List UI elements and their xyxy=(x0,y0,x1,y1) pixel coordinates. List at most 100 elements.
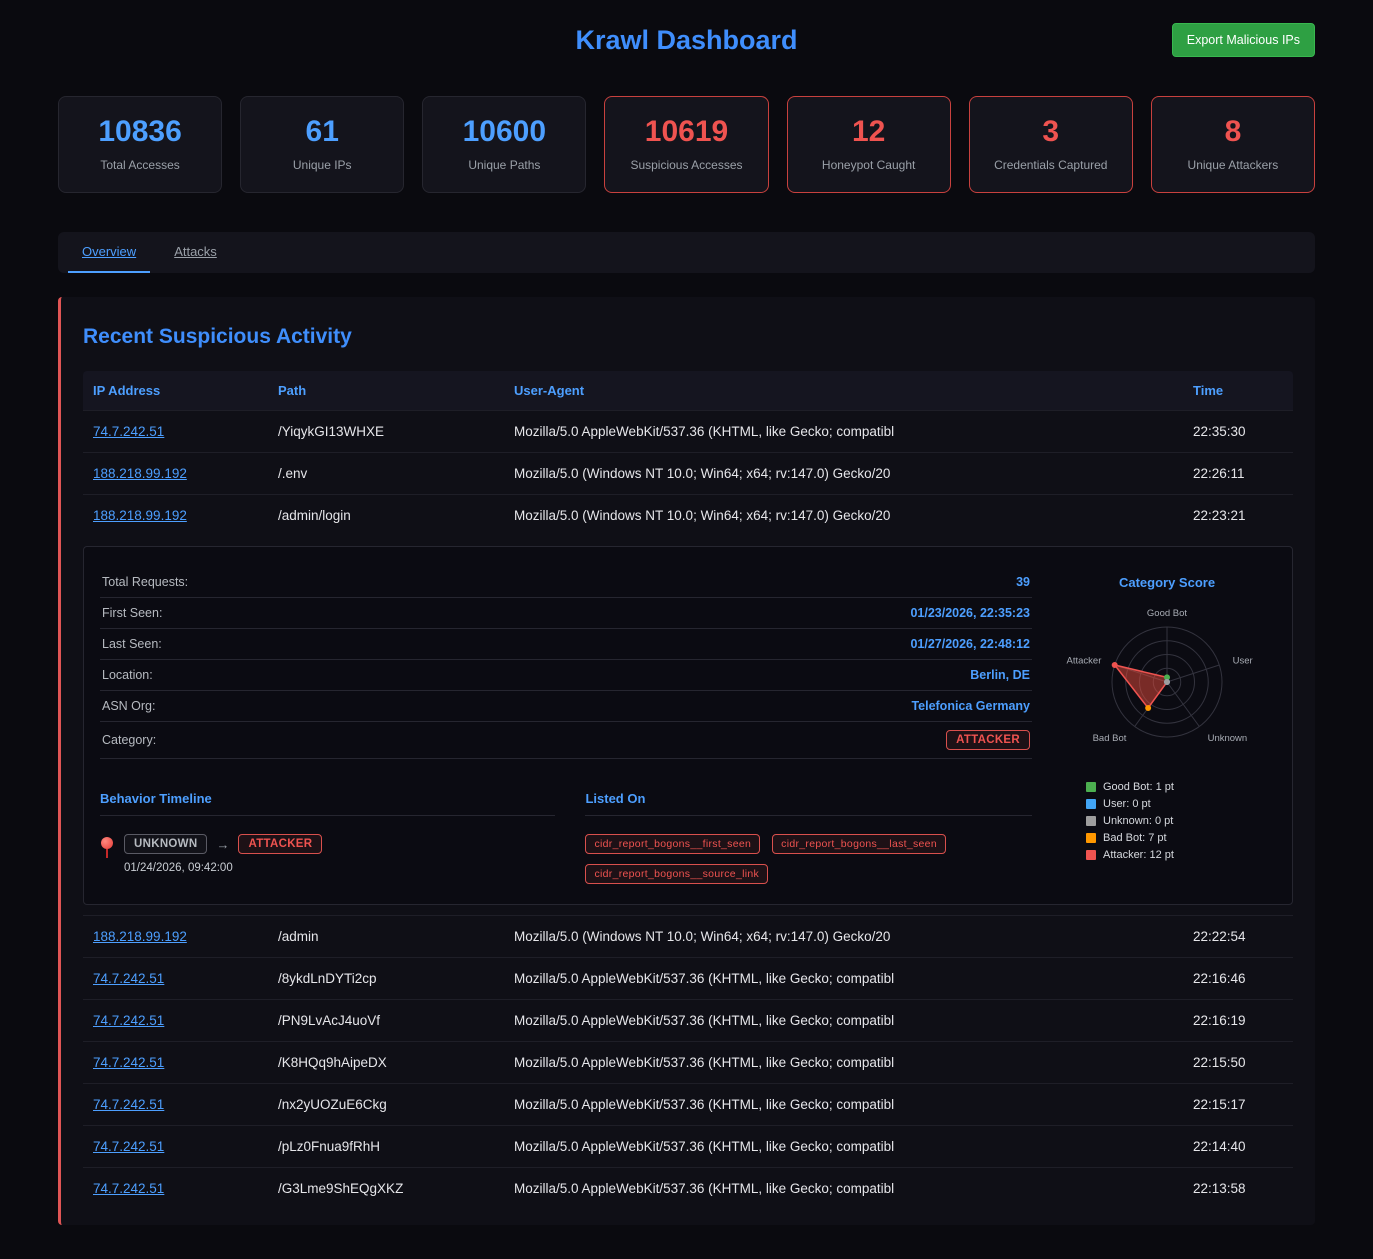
legend-item: Attacker: 12 pt xyxy=(1086,849,1276,861)
time-cell: 22:22:54 xyxy=(1183,916,1293,957)
field-value: Telefonica Germany xyxy=(911,699,1030,713)
time-cell: 22:15:50 xyxy=(1183,1042,1293,1083)
user-agent-cell: Mozilla/5.0 (Windows NT 10.0; Win64; x64… xyxy=(504,916,1183,957)
svg-text:Good Bot: Good Bot xyxy=(1147,608,1187,619)
svg-text:Attacker: Attacker xyxy=(1067,656,1102,667)
field-value: 01/27/2026, 22:48:12 xyxy=(910,637,1030,651)
stat-label: Unique IPs xyxy=(247,158,397,172)
path-cell: /G3Lme9ShEQgXKZ xyxy=(268,1168,504,1209)
user-agent-cell: Mozilla/5.0 (Windows NT 10.0; Win64; x64… xyxy=(504,453,1183,494)
time-cell: 22:26:11 xyxy=(1183,453,1293,494)
ip-cell: 74.7.242.51 xyxy=(83,1126,268,1167)
path-cell: /admin xyxy=(268,916,504,957)
field-label: ASN Org: xyxy=(102,699,156,713)
ip-link[interactable]: 74.7.242.51 xyxy=(93,1055,164,1070)
svg-text:Unknown: Unknown xyxy=(1208,733,1248,744)
legend-item: Good Bot: 1 pt xyxy=(1086,781,1276,793)
stat-label: Honeypot Caught xyxy=(794,158,944,172)
table-row[interactable]: 188.218.99.192/admin/loginMozilla/5.0 (W… xyxy=(83,494,1293,536)
stat-label: Total Accesses xyxy=(65,158,215,172)
field-value: 39 xyxy=(1016,575,1030,589)
time-cell: 22:16:46 xyxy=(1183,958,1293,999)
header: Krawl Dashboard Export Malicious IPs xyxy=(58,0,1315,80)
timeline-timestamp: 01/24/2026, 09:42:00 xyxy=(124,862,322,874)
time-cell: 22:15:17 xyxy=(1183,1084,1293,1125)
detail-field-first-seen: First Seen: 01/23/2026, 22:35:23 xyxy=(100,598,1032,629)
legend-label: User: 0 pt xyxy=(1103,798,1151,810)
suspicious-activity-panel: Recent Suspicious Activity IP AddressPat… xyxy=(58,297,1315,1225)
table-row[interactable]: 188.218.99.192/adminMozilla/5.0 (Windows… xyxy=(83,915,1293,957)
table-row[interactable]: 74.7.242.51/nx2yUOZuE6CkgMozilla/5.0 App… xyxy=(83,1083,1293,1125)
svg-text:User: User xyxy=(1233,656,1253,667)
detail-field-category: Category:ATTACKER xyxy=(100,722,1032,759)
timeline-from-badge: UNKNOWN xyxy=(124,834,207,854)
user-agent-cell: Mozilla/5.0 AppleWebKit/537.36 (KHTML, l… xyxy=(504,1126,1183,1167)
table-row[interactable]: 74.7.242.51/pLz0Fnua9fRhHMozilla/5.0 App… xyxy=(83,1125,1293,1167)
category-score-section: Category Score Good Bot User Unknown Bad Bot… xyxy=(1058,567,1276,884)
blocklist-badge[interactable]: cidr_report_bogons__source_link xyxy=(585,864,768,884)
blocklist-badge[interactable]: cidr_report_bogons__last_seen xyxy=(772,834,946,854)
ip-link[interactable]: 74.7.242.51 xyxy=(93,971,164,986)
table-row[interactable]: 74.7.242.51/8ykdLnDYTi2cpMozilla/5.0 App… xyxy=(83,957,1293,999)
ip-cell: 74.7.242.51 xyxy=(83,1000,268,1041)
table-row[interactable]: 74.7.242.51/PN9LvAcJ4uoVfMozilla/5.0 App… xyxy=(83,999,1293,1041)
behavior-timeline-section: Behavior Timeline UNKNOWN→ATTACKER 01/24/2… xyxy=(100,791,555,884)
legend-label: Bad Bot: 7 pt xyxy=(1103,832,1167,844)
detail-columns: Behavior Timeline UNKNOWN→ATTACKER 01/24/2… xyxy=(100,791,1032,884)
table-row[interactable]: 188.218.99.192 /.envMozilla/5.0 (Windows … xyxy=(83,452,1293,494)
stat-value: 10619 xyxy=(611,114,761,150)
timeline-transition: UNKNOWN→ATTACKER xyxy=(124,834,322,854)
radar-chart-title: Category Score xyxy=(1058,575,1276,590)
field-value: ATTACKER xyxy=(946,730,1030,750)
ip-detail-panel: Total Requests:39First Seen:01/23/2026, … xyxy=(83,546,1293,905)
field-label: First Seen: xyxy=(102,606,162,620)
path-cell: /8ykdLnDYTi2cp xyxy=(268,958,504,999)
timeline-pin-icon xyxy=(100,834,114,874)
timeline-entry: UNKNOWN→ATTACKER 01/24/2026, 09:42:00 xyxy=(100,834,555,874)
ip-link[interactable]: 74.7.242.51 xyxy=(93,1181,164,1196)
legend-item: Unknown: 0 pt xyxy=(1086,815,1276,827)
stat-card-honeypot-caught: 12 Honeypot Caught xyxy=(787,96,951,193)
user-agent-cell: Mozilla/5.0 AppleWebKit/537.36 (KHTML, l… xyxy=(504,1084,1183,1125)
path-cell: /admin/login xyxy=(268,495,504,536)
legend-label: Attacker: 12 pt xyxy=(1103,849,1174,861)
ip-cell: 188.218.99.192 xyxy=(83,495,268,536)
panel-title: Recent Suspicious Activity xyxy=(83,325,1293,349)
blocklist-badge[interactable]: cidr_report_bogons__first_seen xyxy=(585,834,760,854)
path-cell: /.env xyxy=(268,453,504,494)
stat-value: 12 xyxy=(794,114,944,150)
ip-link[interactable]: 74.7.242.51 xyxy=(93,424,164,439)
legend-item: User: 0 pt xyxy=(1086,798,1276,810)
ip-link[interactable]: 188.218.99.192 xyxy=(93,929,187,944)
table-row[interactable]: 74.7.242.51/G3Lme9ShEQgXKZMozilla/5.0 Ap… xyxy=(83,1167,1293,1209)
field-value: 01/23/2026, 22:35:23 xyxy=(910,606,1030,620)
ip-link[interactable]: 74.7.242.51 xyxy=(93,1139,164,1154)
user-agent-cell: Mozilla/5.0 AppleWebKit/537.36 (KHTML, l… xyxy=(504,411,1183,452)
ip-cell: 74.7.242.51 xyxy=(83,1042,268,1083)
column-header-user-agent: User-Agent xyxy=(504,371,1183,410)
stat-card-suspicious-accesses: 10619Suspicious Accesses xyxy=(604,96,768,193)
export-malicious-ips-button[interactable]: Export Malicious IPs xyxy=(1172,23,1315,57)
ip-link[interactable]: 74.7.242.51 xyxy=(93,1097,164,1112)
blocklist-badges: cidr_report_bogons__first_seen cidr_repor… xyxy=(585,834,1032,884)
time-cell: 22:35:30 xyxy=(1183,411,1293,452)
ip-cell: 74.7.242.51 xyxy=(83,1084,268,1125)
ip-link[interactable]: 74.7.242.51 xyxy=(93,1013,164,1028)
user-agent-cell: Mozilla/5.0 (Windows NT 10.0; Win64; x64… xyxy=(504,495,1183,536)
stat-value: 61 xyxy=(247,114,397,150)
pin-head-icon xyxy=(101,837,113,849)
tab-attacks[interactable]: Attacks xyxy=(160,232,231,273)
behavior-timeline-heading: Behavior Timeline xyxy=(100,791,555,816)
table-row[interactable]: 74.7.242.51/YiqykGI13WHXEMozilla/5.0 App… xyxy=(83,410,1293,452)
ip-cell: 188.218.99.192 xyxy=(83,453,268,494)
legend-item: Bad Bot: 7 pt xyxy=(1086,832,1276,844)
stat-value: 8 xyxy=(1158,114,1308,150)
ip-link[interactable]: 188.218.99.192 xyxy=(93,508,187,523)
tab-overview[interactable]: Overview xyxy=(68,232,150,273)
stat-card-unique-paths: 10600Unique Paths xyxy=(422,96,586,193)
radar-chart: Good BotUserUnknownBad BotAttacker xyxy=(1058,590,1276,768)
ip-link[interactable]: 188.218.99.192 xyxy=(93,466,187,481)
legend-swatch xyxy=(1086,816,1096,826)
table-row[interactable]: 74.7.242.51/K8HQq9hAipeDXMozilla/5.0 App… xyxy=(83,1041,1293,1083)
table-body: 74.7.242.51/YiqykGI13WHXEMozilla/5.0 App… xyxy=(83,410,1293,1209)
